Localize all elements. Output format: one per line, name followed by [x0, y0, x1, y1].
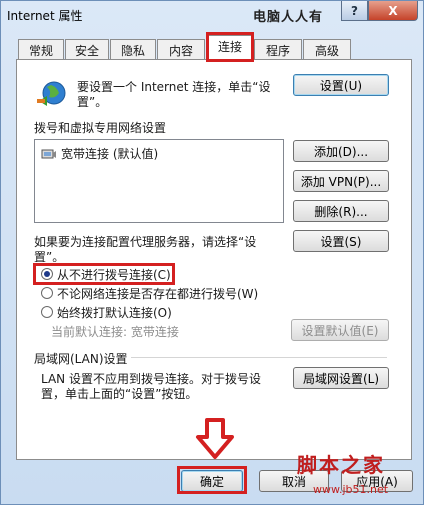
watermark-top: 电脑人人有 — [253, 10, 324, 25]
broadband-connection-icon — [41, 149, 56, 158]
radio-always-dial-label[interactable]: 始终拨打默认连接(O) — [57, 304, 172, 321]
proxy-settings-button[interactable]: 设置(S) — [293, 230, 389, 252]
list-item[interactable]: 宽带连接 (默认值) — [41, 145, 158, 162]
add-vpn-button[interactable]: 添加 VPN(P)... — [293, 170, 389, 192]
tab-advanced[interactable]: 高级 — [303, 39, 351, 59]
close-button[interactable]: X — [368, 1, 418, 21]
current-default-text: 当前默认连接: 宽带连接 — [51, 325, 179, 339]
lan-text-line2: 置，单击上面的“设置”按钮。 — [41, 387, 198, 401]
lan-group-divider — [131, 357, 387, 358]
help-icon: ? — [351, 3, 358, 18]
delete-button[interactable]: 删除(R)... — [293, 200, 389, 222]
add-button[interactable]: 添加(D)... — [293, 140, 389, 162]
list-item-label: 宽带连接 (默认值) — [61, 147, 159, 161]
watermark-bottom: 脚本之家 — [297, 453, 385, 477]
lan-group-label: 局域网(LAN)设置 — [34, 352, 128, 366]
lan-settings-button[interactable]: 局域网设置(L) — [293, 367, 389, 389]
radio-dial-when-no-network-label[interactable]: 不论网络连接是否存在都进行拨号(W) — [57, 285, 258, 302]
tab-general[interactable]: 常规 — [18, 39, 64, 59]
tab-programs[interactable]: 程序 — [254, 39, 302, 59]
tab-privacy[interactable]: 隐私 — [110, 39, 156, 59]
internet-properties-window: Internet 属性 电脑人人有 ? X 常规 安全 隐私 内容 连接 程序 … — [0, 0, 424, 505]
radio-dial-when-no-network[interactable] — [41, 287, 53, 299]
dialup-group-label: 拨号和虚拟专用网络设置 — [34, 121, 167, 135]
watermark-url: www.jb51.net — [313, 483, 389, 496]
close-icon: X — [388, 3, 398, 18]
globe-icon — [37, 81, 66, 106]
tab-content[interactable]: 内容 — [157, 39, 205, 59]
proxy-text-line1: 如果要为连接配置代理服务器，请选择“设 — [34, 235, 257, 249]
tab-security[interactable]: 安全 — [65, 39, 109, 59]
set-default-button[interactable]: 设置默认值(E) — [291, 319, 389, 341]
setup-button[interactable]: 设置(U) — [293, 74, 389, 96]
ok-highlight-box — [177, 466, 247, 494]
down-arrow-icon — [196, 418, 234, 459]
radio-highlight-box — [33, 263, 175, 285]
radio-always-dial[interactable] — [41, 306, 53, 318]
tab-highlight-box — [206, 32, 254, 62]
help-button[interactable]: ? — [341, 1, 368, 21]
window-title: Internet 属性 — [7, 9, 83, 23]
setup-text-line2: 置”。 — [77, 95, 108, 109]
dialup-connections-list[interactable]: 宽带连接 (默认值) — [34, 139, 284, 223]
